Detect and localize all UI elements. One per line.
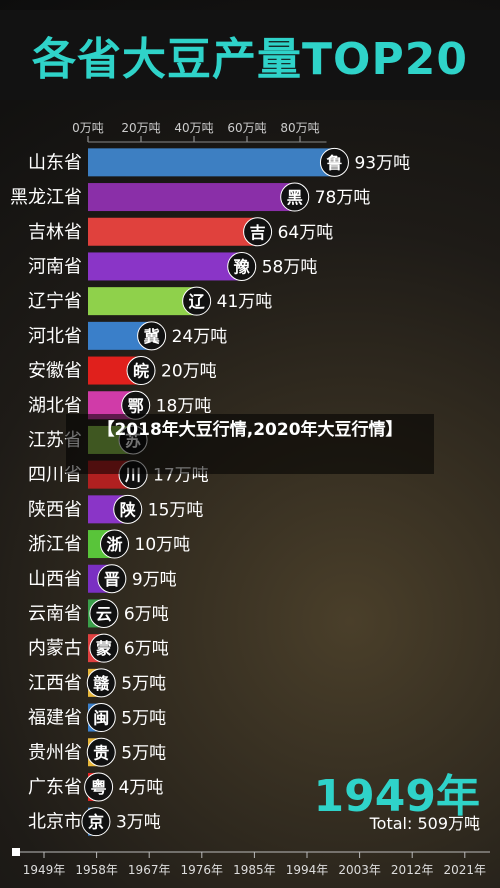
value-label: 24万吨 [172, 327, 228, 347]
value-label: 78万吨 [315, 188, 371, 208]
category-label: 辽宁省 [28, 291, 82, 312]
province-abbrev: 陕 [120, 500, 136, 519]
category-label: 北京市 [28, 812, 82, 833]
category-label: 安徽省 [28, 361, 82, 382]
value-label: 5万吨 [121, 674, 166, 694]
category-label: 河北省 [28, 326, 82, 347]
category-label: 河南省 [28, 256, 82, 277]
timeline-marker [12, 848, 20, 856]
province-abbrev: 贵 [93, 743, 109, 762]
category-label: 黑龙江省 [10, 187, 82, 208]
category-label: 浙江省 [28, 534, 82, 555]
value-label: 15万吨 [148, 500, 204, 520]
value-label: 9万吨 [132, 570, 177, 590]
category-label: 陕西省 [28, 499, 82, 520]
timeline-label: 1985年 [233, 863, 276, 877]
top-axis-label: 0万吨 [72, 121, 104, 135]
province-abbrev: 吉 [250, 223, 266, 242]
top-axis-label: 20万吨 [121, 121, 160, 135]
category-label: 吉林省 [28, 222, 82, 243]
category-label: 江西省 [28, 673, 82, 694]
province-abbrev: 粤 [91, 778, 107, 797]
bar [88, 183, 295, 212]
top-axis-label: 80万吨 [280, 121, 319, 135]
top-axis-label: 60万吨 [227, 121, 266, 135]
category-label: 云南省 [28, 603, 82, 624]
category-label: 广东省 [28, 777, 82, 798]
province-abbrev: 云 [96, 604, 112, 623]
province-abbrev: 蒙 [96, 639, 112, 658]
province-abbrev: 黑 [287, 188, 303, 207]
province-abbrev: 闽 [93, 709, 109, 728]
category-label: 贵州省 [28, 742, 82, 763]
category-label: 内蒙古 [28, 638, 82, 659]
timeline-label: 2003年 [338, 863, 381, 877]
timeline-label: 1994年 [286, 863, 329, 877]
timeline-label: 2021年 [444, 863, 487, 877]
province-abbrev: 鲁 [325, 153, 342, 172]
bar [88, 287, 197, 316]
total-label: Total: 509万吨 [369, 814, 480, 833]
category-label: 山东省 [28, 152, 82, 173]
value-label: 6万吨 [124, 604, 169, 624]
bar [88, 217, 258, 246]
value-label: 6万吨 [124, 639, 169, 659]
category-label: 福建省 [28, 708, 82, 729]
caption-overlay: 【2018年大豆行情,2020年大豆行情】 [66, 414, 434, 474]
category-label: 山西省 [28, 569, 82, 590]
province-abbrev: 冀 [144, 327, 160, 346]
province-abbrev: 浙 [106, 535, 122, 554]
bar [88, 252, 242, 281]
value-label: 10万吨 [135, 535, 191, 555]
top-axis-label: 40万吨 [174, 121, 213, 135]
province-abbrev: 京 [88, 813, 104, 832]
bar [88, 148, 335, 177]
value-label: 41万吨 [217, 292, 273, 312]
province-abbrev: 晋 [104, 570, 120, 589]
province-abbrev: 豫 [234, 257, 250, 276]
value-label: 64万吨 [278, 223, 334, 243]
timeline-label: 1949年 [23, 863, 66, 877]
timeline-label: 1967年 [128, 863, 171, 877]
province-abbrev: 鄂 [128, 396, 144, 415]
province-abbrev: 赣 [93, 674, 110, 693]
value-label: 20万吨 [161, 362, 217, 382]
value-label: 58万吨 [262, 257, 318, 277]
value-label: 93万吨 [354, 153, 410, 173]
value-label: 5万吨 [121, 709, 166, 729]
value-label: 4万吨 [119, 778, 164, 798]
timeline-label: 2012年 [391, 863, 434, 877]
value-label: 3万吨 [116, 813, 161, 833]
province-abbrev: 辽 [189, 292, 206, 311]
province-abbrev: 皖 [133, 362, 149, 381]
value-label: 5万吨 [121, 743, 166, 763]
timeline-label: 1976年 [181, 863, 224, 877]
timeline-label: 1958年 [75, 863, 118, 877]
